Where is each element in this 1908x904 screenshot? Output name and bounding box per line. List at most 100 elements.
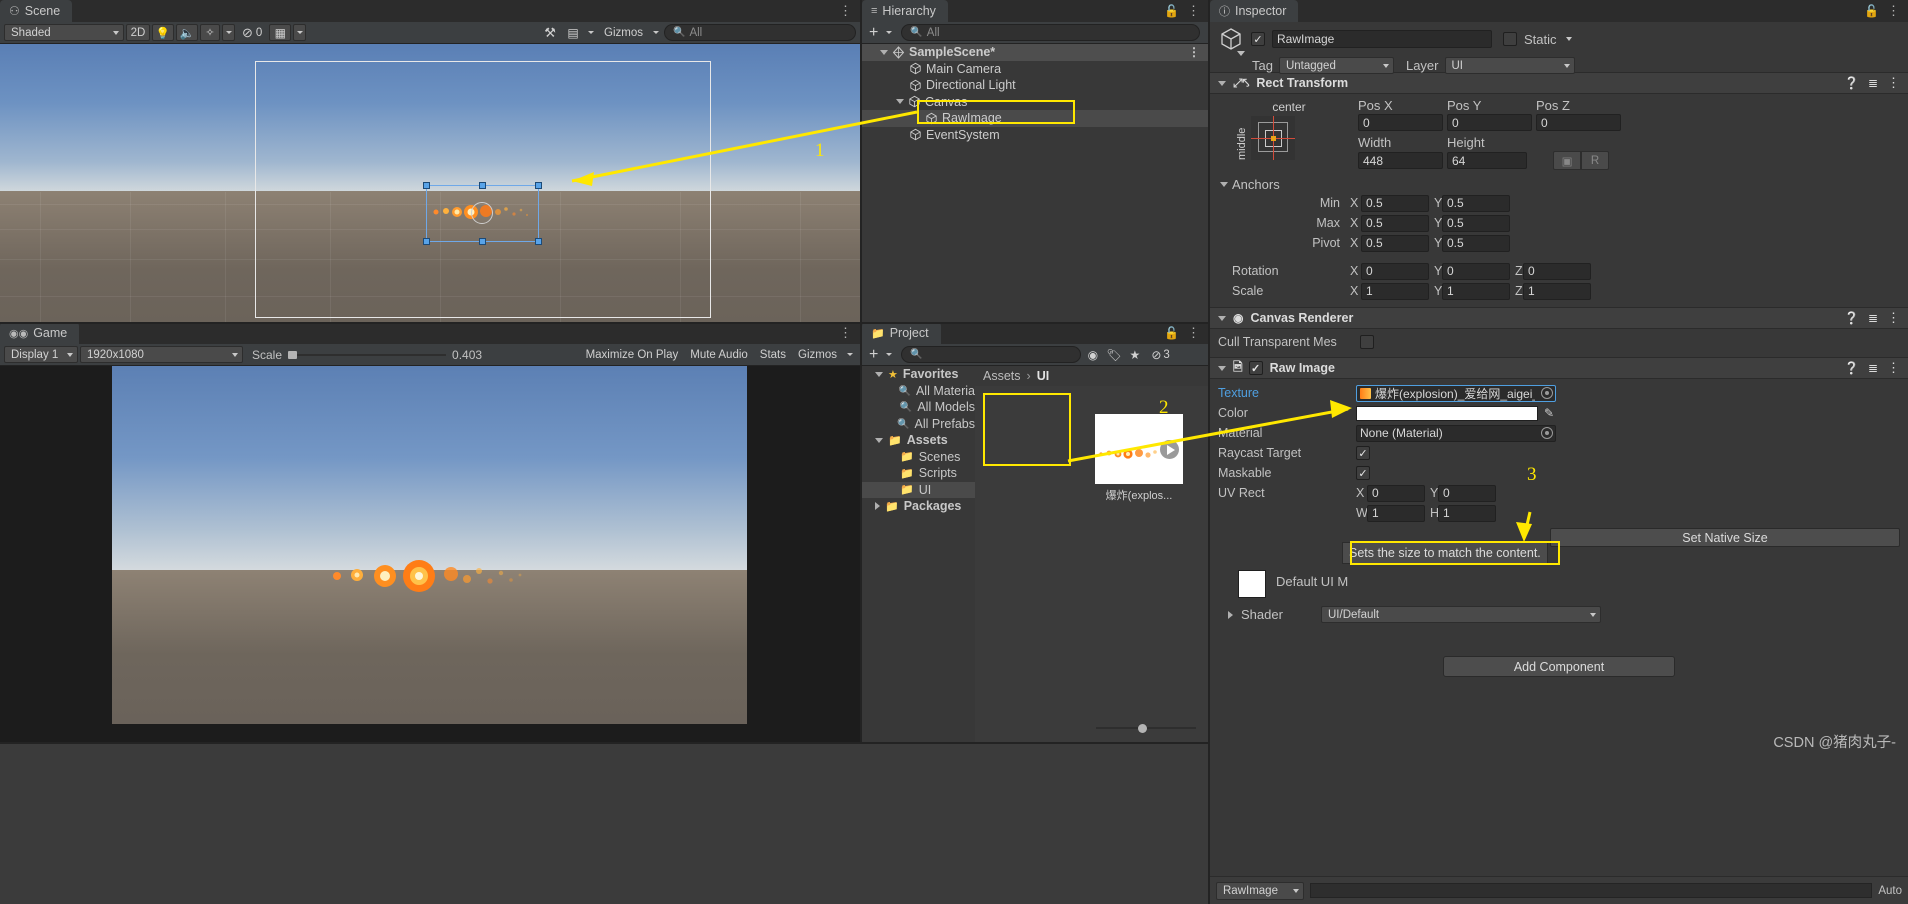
shader-dropdown[interactable]: UI/Default <box>1321 606 1601 623</box>
gameobject-name-input[interactable]: RawImage <box>1272 30 1492 48</box>
hierarchy-item-main-camera[interactable]: Main Camera <box>862 61 1208 78</box>
material-object-field[interactable]: None (Material) <box>1356 424 1556 442</box>
project-tree-item-favorites[interactable]: ★ Favorites <box>862 366 975 383</box>
kebab-menu-icon[interactable]: ⋮ <box>1187 4 1200 17</box>
lock-icon[interactable]: 🔓 <box>1864 4 1879 18</box>
game-viewport[interactable] <box>0 366 860 742</box>
tab-hierarchy[interactable]: ≡ Hierarchy <box>862 0 948 22</box>
expand-triangle-icon[interactable] <box>875 371 883 377</box>
anchor-max-y-input[interactable]: 0.5 <box>1442 214 1510 232</box>
rotation-x-input[interactable]: 0 <box>1361 262 1429 280</box>
pivot-x-input[interactable]: 0.5 <box>1361 234 1429 252</box>
project-tree[interactable]: ★ Favorites 🔍 All Materia 🔍 All Models 🔍 All Pr… <box>862 366 975 742</box>
layer-dropdown[interactable]: UI <box>1444 57 1575 74</box>
scene-search-input[interactable]: 🔍 All <box>664 24 856 41</box>
lock-icon[interactable]: 🔓 <box>1164 4 1179 18</box>
scale-slider[interactable] <box>288 349 447 361</box>
maximize-on-play-button[interactable]: Maximize On Play <box>581 346 684 363</box>
expand-triangle-icon[interactable] <box>875 437 883 443</box>
project-add-button[interactable]: + <box>866 346 881 363</box>
favorite-star-icon[interactable]: ★ <box>1125 346 1144 363</box>
footer-object-dropdown[interactable]: RawImage <box>1216 881 1304 900</box>
shading-mode-dropdown[interactable]: Shaded <box>4 24 124 41</box>
width-input[interactable]: 448 <box>1358 152 1443 169</box>
breadcrumb-ui[interactable]: UI <box>1037 369 1050 383</box>
blueprint-mode-icon[interactable]: ▣ <box>1553 151 1581 170</box>
kebab-menu-icon[interactable]: ⋮ <box>1887 76 1900 89</box>
preset-icon[interactable]: ≣ <box>1868 76 1878 90</box>
eye-slash-icon[interactable]: ⊘ 0 <box>237 24 267 41</box>
tools-icon[interactable]: ⚒ <box>539 24 561 41</box>
add-component-button[interactable]: Add Component <box>1443 656 1675 677</box>
scale-x-input[interactable]: 1 <box>1361 282 1429 300</box>
kebab-menu-icon[interactable]: ⋮ <box>1187 326 1200 339</box>
hierarchy-item-eventsystem[interactable]: EventSystem <box>862 127 1208 144</box>
kebab-menu-icon[interactable]: ⋮ <box>839 4 852 17</box>
anchor-preset-widget[interactable]: center middle <box>1236 100 1328 160</box>
project-tree-item-all-models[interactable]: 🔍 All Models <box>862 399 975 416</box>
uv-y-input[interactable]: 0 <box>1438 484 1496 502</box>
rect-transform-header[interactable]: ⤢⤣ Rect Transform ❔ ≣ ⋮ <box>1210 72 1908 94</box>
project-hidden-count[interactable]: ⊘ 3 <box>1146 346 1174 363</box>
hierarchy-item-directional-light[interactable]: Directional Light <box>862 77 1208 94</box>
tab-scene[interactable]: ⚇ Scene <box>0 0 73 22</box>
project-tree-item-all-materia[interactable]: 🔍 All Materia <box>862 383 976 400</box>
lightbulb-icon[interactable]: 💡 <box>152 24 174 41</box>
raw-edit-mode-button[interactable]: R <box>1581 151 1609 170</box>
label-filter-icon[interactable]: 🏷 <box>1104 346 1123 363</box>
tab-project[interactable]: 📁 Project <box>862 322 941 344</box>
static-checkbox[interactable] <box>1503 32 1517 46</box>
static-dropdown-caret[interactable] <box>1565 37 1572 41</box>
pos-x-input[interactable]: 0 <box>1358 114 1443 131</box>
hierarchy-item-samplescene[interactable]: SampleScene* ⋮ <box>862 44 1208 61</box>
help-icon[interactable]: ❔ <box>1844 76 1859 90</box>
kebab-menu-icon[interactable]: ⋮ <box>1887 361 1900 374</box>
collapse-triangle-icon[interactable] <box>1218 80 1226 86</box>
kebab-menu-icon[interactable]: ⋮ <box>839 326 852 339</box>
kebab-menu-icon[interactable]: ⋮ <box>1887 311 1900 324</box>
tab-game[interactable]: ◉◉ Game <box>0 322 80 344</box>
hierarchy-add-button[interactable]: + <box>866 24 881 41</box>
collapse-triangle-icon[interactable] <box>1218 365 1226 371</box>
hierarchy-item-canvas[interactable]: Canvas <box>862 94 1208 111</box>
asset-size-slider[interactable] <box>1096 722 1196 734</box>
rotation-z-input[interactable]: 0 <box>1523 262 1591 280</box>
uv-x-input[interactable]: 0 <box>1367 484 1425 502</box>
gameobject-enabled-checkbox[interactable]: ✓ <box>1251 32 1265 46</box>
hierarchy-tree[interactable]: SampleScene* ⋮ Main Camera Directional Ligh… <box>862 44 1208 322</box>
anchor-max-x-input[interactable]: 0.5 <box>1361 214 1429 232</box>
speaker-icon[interactable]: 🔈 <box>176 24 198 41</box>
game-gizmos-button[interactable]: Gizmos <box>793 346 842 363</box>
scale-z-input[interactable]: 1 <box>1523 282 1591 300</box>
anchors-collapse-icon[interactable] <box>1220 182 1228 187</box>
project-tree-item-ui[interactable]: 📁 UI <box>862 481 975 498</box>
resolution-dropdown[interactable]: 1920x1080 <box>80 346 243 363</box>
set-native-size-button[interactable]: Set Native Size <box>1550 528 1900 547</box>
grid-snap-dropdown[interactable] <box>293 24 307 41</box>
help-icon[interactable]: ❔ <box>1844 311 1859 325</box>
eyedropper-icon[interactable]: ✎ <box>1544 406 1554 420</box>
game-gizmos-dropdown[interactable] <box>844 346 856 363</box>
project-tree-item-assets[interactable]: 📁 Assets <box>862 432 975 449</box>
scene-camera-icon[interactable]: ▤ <box>563 24 583 41</box>
asset-tile-explosion[interactable]: 爆炸(explos... <box>1095 414 1183 503</box>
raycast-target-checkbox[interactable]: ✓ <box>1356 446 1370 460</box>
pivot-y-input[interactable]: 0.5 <box>1442 234 1510 252</box>
move-gizmo[interactable] <box>471 202 493 224</box>
preset-icon[interactable]: ≣ <box>1868 311 1878 325</box>
gizmos-dropdown[interactable] <box>650 24 662 41</box>
mute-audio-button[interactable]: Mute Audio <box>685 346 753 363</box>
texture-object-field[interactable]: 爆炸(explosion)_爱给网_aigei_ <box>1356 384 1556 402</box>
kebab-menu-icon[interactable]: ⋮ <box>1887 4 1900 17</box>
project-tree-item-scripts[interactable]: 📁 Scripts <box>862 465 975 482</box>
rotation-y-input[interactable]: 0 <box>1442 262 1510 280</box>
scene-camera-dropdown[interactable] <box>585 24 597 41</box>
hierarchy-add-dropdown[interactable] <box>883 24 895 41</box>
help-icon[interactable]: ❔ <box>1844 361 1859 375</box>
tab-inspector[interactable]: ⓘ Inspector <box>1210 0 1299 22</box>
maskable-checkbox[interactable]: ✓ <box>1356 466 1370 480</box>
height-input[interactable]: 64 <box>1447 152 1527 169</box>
effects-icon[interactable]: ✧ <box>200 24 220 41</box>
anchor-min-y-input[interactable]: 0.5 <box>1442 194 1510 212</box>
project-tree-item-packages[interactable]: 📁 Packages <box>862 498 975 515</box>
